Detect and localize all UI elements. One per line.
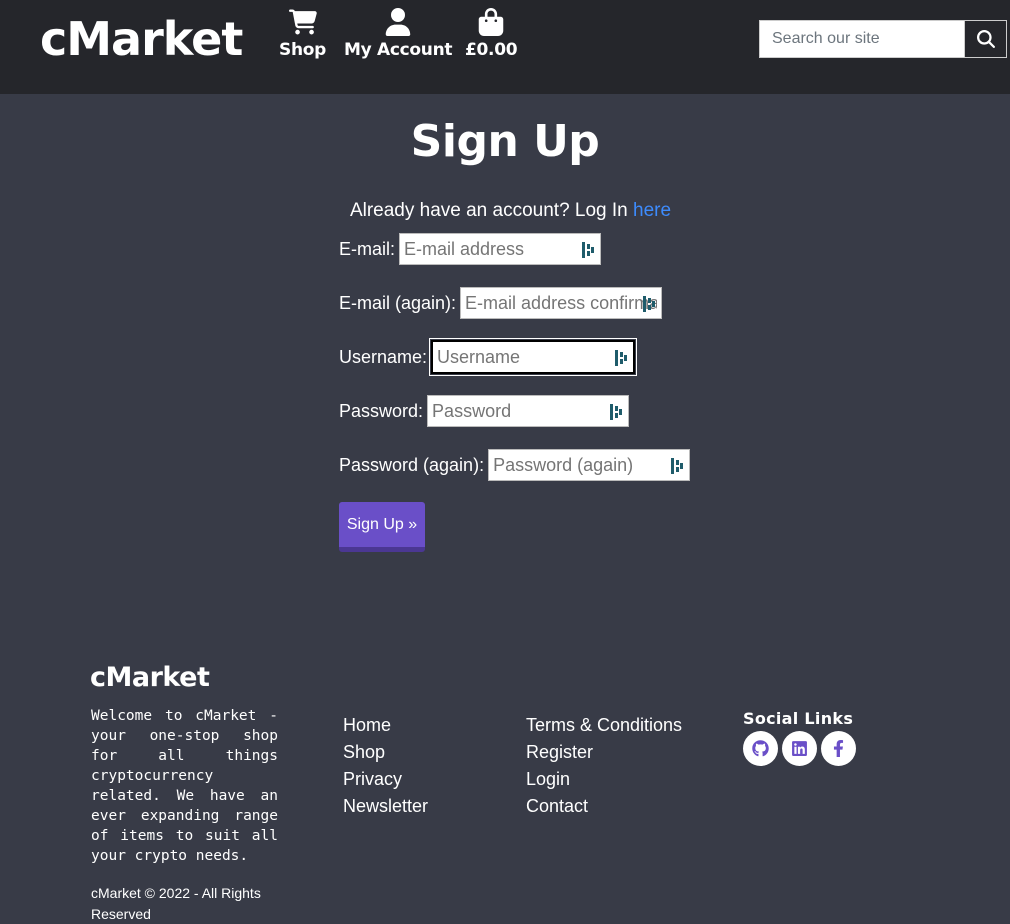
password-manager-icon[interactable] (615, 350, 628, 366)
username-row: Username: (339, 338, 638, 376)
site-logo[interactable]: cMarket (40, 10, 243, 68)
email-again-field[interactable] (461, 288, 662, 318)
footer-logo[interactable]: cMarket (90, 662, 210, 693)
footer-link-register[interactable]: Register (526, 739, 682, 766)
footer-links-col2: Terms & Conditions Register Login Contac… (526, 712, 682, 820)
password-manager-icon[interactable] (610, 404, 623, 420)
footer-link-contact[interactable]: Contact (526, 793, 682, 820)
password-field-wrap (427, 395, 630, 427)
search-button[interactable] (965, 20, 1007, 58)
password-label: Password: (339, 400, 424, 421)
shopping-bag-icon (478, 8, 504, 36)
user-icon (385, 8, 411, 36)
username-field[interactable] (433, 342, 634, 372)
password-manager-icon[interactable] (582, 242, 595, 258)
email-field-wrap (399, 233, 602, 265)
footer-link-shop[interactable]: Shop (343, 739, 428, 766)
footer-link-login[interactable]: Login (526, 766, 682, 793)
facebook-link[interactable] (821, 731, 856, 766)
password-again-label: Password (again): (339, 454, 485, 475)
copyright-text: cMarket © 2022 - All Rights Reserved (91, 885, 261, 922)
search-input[interactable] (759, 20, 965, 58)
password-again-field-wrap (488, 449, 691, 481)
footer-link-terms[interactable]: Terms & Conditions (526, 712, 682, 739)
linkedin-icon (792, 741, 807, 756)
nav-basket[interactable]: £0.00 (465, 8, 518, 60)
email-field[interactable] (400, 234, 601, 264)
footer-link-home[interactable]: Home (343, 712, 428, 739)
sign-up-button[interactable]: Sign Up » (339, 502, 425, 552)
footer-links-col1: Home Shop Privacy Newsletter (343, 712, 428, 820)
linkedin-link[interactable] (782, 731, 817, 766)
nav-basket-total: £0.00 (465, 40, 518, 60)
top-navbar: cMarket Shop My Account £0.00 (0, 0, 1010, 94)
username-field-wrap (429, 338, 638, 376)
github-link[interactable] (743, 731, 778, 766)
page-title: Sign Up (410, 116, 600, 167)
github-icon (752, 740, 769, 757)
email-again-field-wrap (460, 287, 663, 319)
login-prompt-text: Already have an account? Log In (349, 200, 634, 221)
email-again-label: E-mail (again): (339, 292, 457, 313)
nav-shop[interactable]: Shop (279, 8, 326, 60)
footer-description: Welcome to cMarket - your one-stop shop … (91, 708, 278, 864)
search-icon (976, 30, 995, 48)
shopping-cart-icon (288, 9, 317, 35)
facebook-icon (833, 740, 844, 757)
login-link[interactable]: here (633, 200, 671, 221)
password-manager-icon[interactable] (671, 458, 684, 474)
search-form (759, 20, 1007, 58)
nav-shop-label: Shop (279, 40, 326, 60)
email-row: E-mail: (339, 233, 602, 265)
nav-my-account-label: My Account (344, 40, 453, 60)
password-again-row: Password (again): (339, 449, 691, 481)
footer-link-privacy[interactable]: Privacy (343, 766, 428, 793)
nav-my-account[interactable]: My Account (344, 8, 453, 60)
login-prompt: Already have an account? Log In here (0, 200, 1010, 222)
username-label: Username: (339, 346, 428, 367)
email-label: E-mail: (339, 238, 396, 259)
footer-link-newsletter[interactable]: Newsletter (343, 793, 428, 820)
social-links (743, 731, 856, 766)
password-row: Password: (339, 395, 630, 427)
password-field[interactable] (428, 396, 629, 426)
password-manager-icon[interactable] (643, 296, 656, 312)
password-again-field[interactable] (489, 450, 690, 480)
email-again-row: E-mail (again): (339, 287, 663, 319)
social-links-title: Social Links (743, 709, 854, 728)
